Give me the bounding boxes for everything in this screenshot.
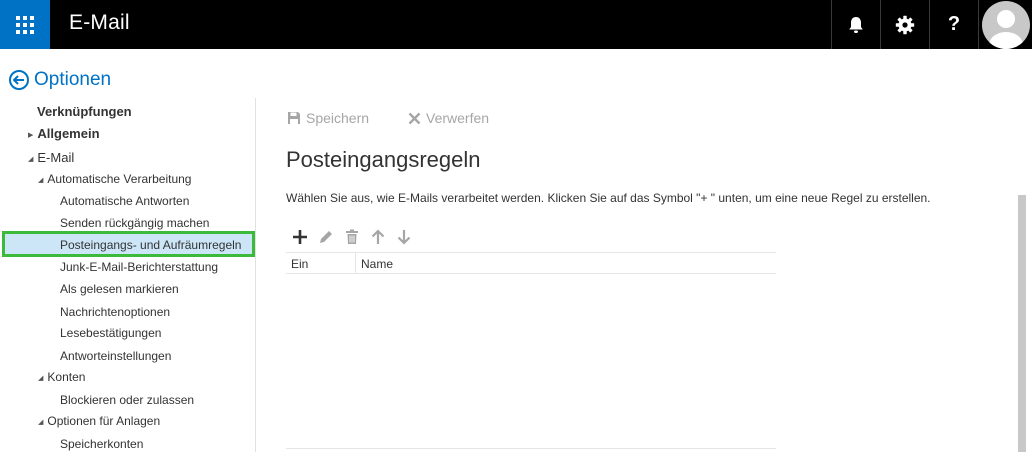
save-icon xyxy=(288,112,300,124)
nav-email[interactable]: ◢ E-Mail xyxy=(28,150,74,165)
save-label: Speichern xyxy=(306,110,370,126)
nav-mark-as-read[interactable]: Als gelesen markieren xyxy=(60,282,179,296)
nav-email-label: E-Mail xyxy=(37,150,75,165)
collapse-caret-icon: ◢ xyxy=(38,374,44,382)
close-icon xyxy=(408,112,421,124)
nav-automatic-processing[interactable]: ◢ Automatische Verarbeitung xyxy=(38,172,191,186)
notifications-button[interactable] xyxy=(831,0,880,49)
nav-inbox-rules[interactable]: Posteingangs- und Aufräumregeln xyxy=(60,238,241,252)
options-back-link[interactable]: Optionen xyxy=(9,69,111,91)
page-description: Wählen Sie aus, wie E-Mails verarbeitet … xyxy=(286,191,931,205)
bell-icon xyxy=(849,16,863,33)
nav-attachment-options[interactable]: ◢ Optionen für Anlagen xyxy=(38,414,160,428)
plus-icon xyxy=(293,230,307,244)
nav-undo-send[interactable]: Senden rückgängig machen xyxy=(60,216,209,230)
help-icon: ? xyxy=(947,13,961,35)
discard-button[interactable]: Verwerfen xyxy=(408,110,489,126)
nav-read-receipts[interactable]: Lesebestätigungen xyxy=(60,326,161,340)
add-rule-button[interactable] xyxy=(287,227,313,247)
nav-accounts[interactable]: ◢ Konten xyxy=(38,370,85,384)
options-title: Optionen xyxy=(34,69,112,90)
expand-caret-icon: ▶ xyxy=(28,131,34,139)
discard-label: Verwerfen xyxy=(426,110,490,126)
top-bar: E-Mail ? xyxy=(0,0,1032,49)
column-header-name[interactable]: Name xyxy=(361,257,393,271)
nav-automatic-replies[interactable]: Automatische Antworten xyxy=(60,194,189,208)
collapse-caret-icon: ◢ xyxy=(38,418,44,426)
nav-junk-reporting[interactable]: Junk-E-Mail-Berichterstattung xyxy=(60,260,218,274)
move-down-button[interactable] xyxy=(391,227,417,247)
nav-message-options[interactable]: Nachrichtenoptionen xyxy=(60,305,170,319)
account-button[interactable] xyxy=(978,0,1032,49)
nav-automatic-processing-label: Automatische Verarbeitung xyxy=(47,172,192,186)
nav-general[interactable]: ▶ Allgemein xyxy=(28,126,100,141)
rules-table-header: Ein Name xyxy=(286,252,776,274)
help-button[interactable]: ? xyxy=(929,0,978,49)
collapse-caret-icon: ◢ xyxy=(28,155,34,163)
arrow-down-icon xyxy=(397,230,411,245)
nav-general-label: Allgemein xyxy=(37,126,100,141)
settings-button[interactable] xyxy=(880,0,929,49)
page-title: Posteingangsregeln xyxy=(286,147,481,172)
move-up-button[interactable] xyxy=(365,227,391,247)
delete-rule-button[interactable] xyxy=(339,227,365,247)
app-title: E-Mail xyxy=(69,11,130,34)
nav-shortcuts[interactable]: Verknüpfungen xyxy=(37,104,132,119)
rule-toolbar xyxy=(287,227,417,247)
arrow-up-icon xyxy=(371,229,385,244)
save-button[interactable]: Speichern xyxy=(287,110,369,126)
avatar-icon xyxy=(981,0,1030,49)
edit-rule-button[interactable] xyxy=(313,227,339,247)
nav-reply-settings[interactable]: Antworteinstellungen xyxy=(60,349,171,363)
pencil-icon xyxy=(320,231,332,243)
column-divider xyxy=(355,253,356,274)
app-launcher-icon xyxy=(16,15,34,34)
nav-block-or-allow[interactable]: Blockieren oder zulassen xyxy=(60,393,194,407)
column-header-on[interactable]: Ein xyxy=(291,257,308,271)
gear-icon xyxy=(895,15,915,34)
nav-attachment-options-label: Optionen für Anlagen xyxy=(47,414,161,428)
vertical-scrollbar[interactable] xyxy=(1018,195,1026,452)
rules-table-bottom-border xyxy=(286,448,776,449)
nav-accounts-label: Konten xyxy=(47,370,86,384)
back-arrow-icon xyxy=(9,70,29,90)
collapse-caret-icon: ◢ xyxy=(38,176,44,184)
nav-storage-accounts[interactable]: Speicherkonten xyxy=(60,437,143,451)
app-launcher-button[interactable] xyxy=(0,0,50,49)
trash-icon xyxy=(346,229,358,244)
